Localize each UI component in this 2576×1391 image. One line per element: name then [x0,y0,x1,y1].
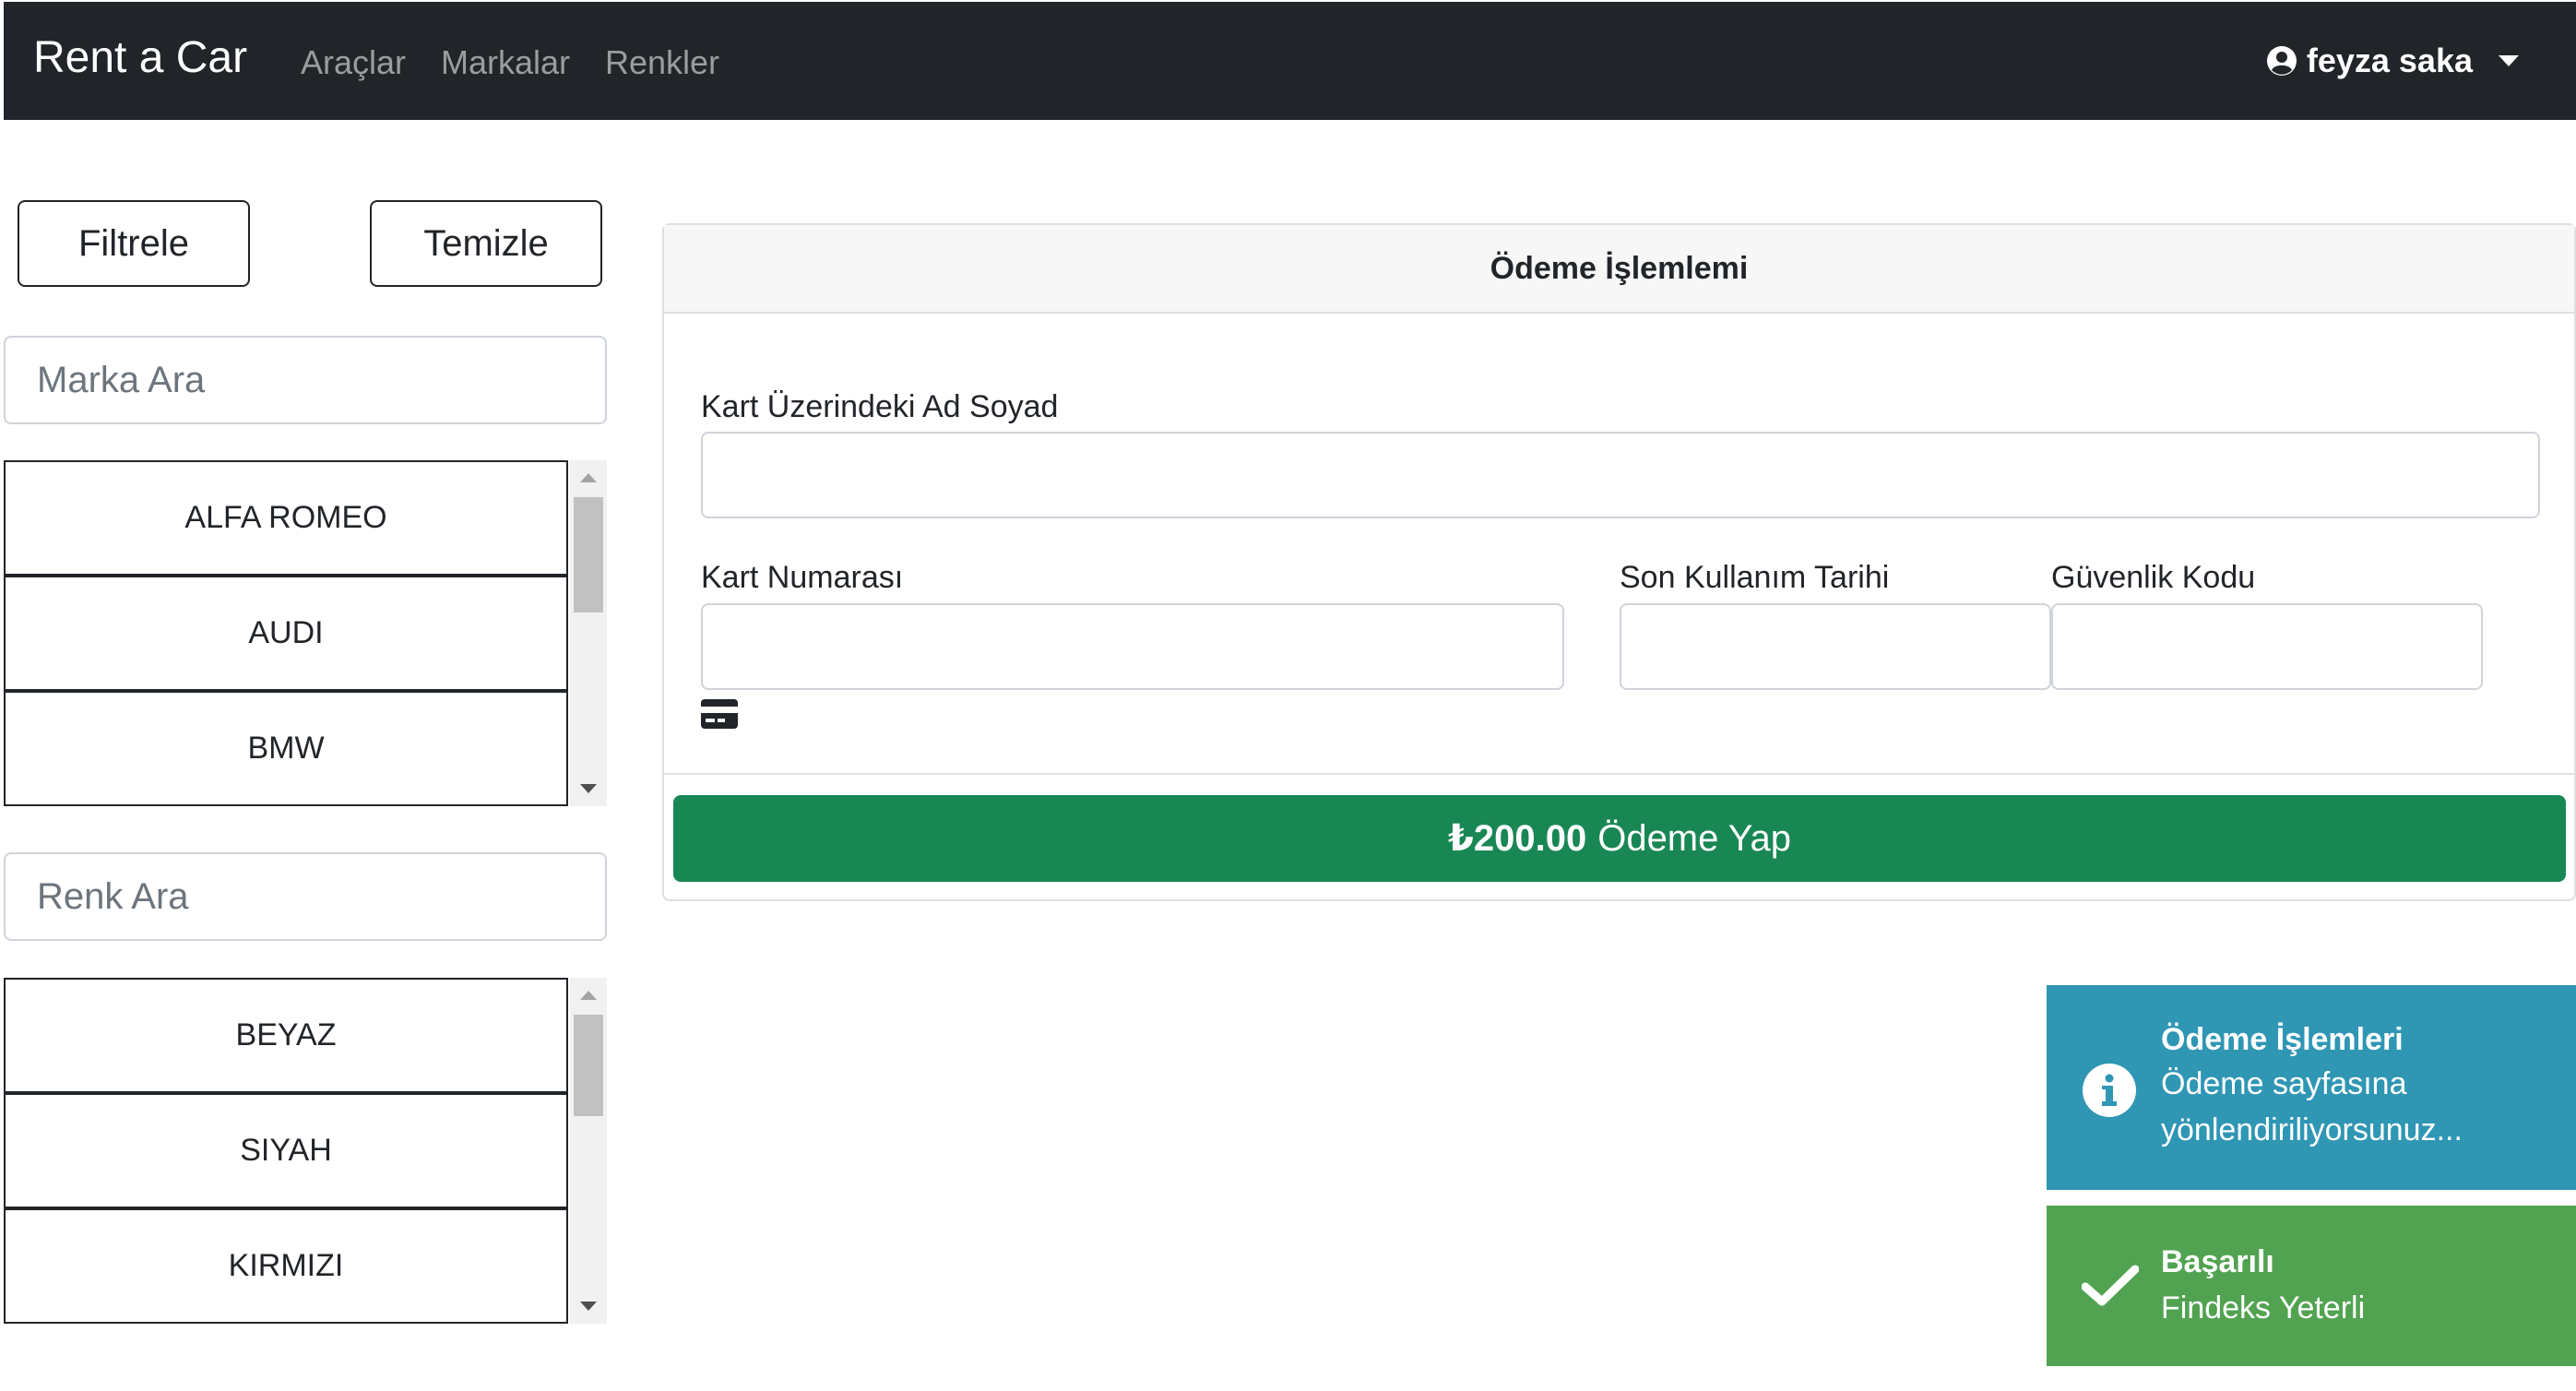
pay-label: Ödeme Yap [1597,817,1791,859]
nav-link-renkler[interactable]: Renkler [605,42,719,82]
pay-button[interactable]: ₺200.00 Ödeme Yap [673,795,2566,882]
payment-card: Ödeme İşlemlemi Kart Üzerindeki Ad Soyad… [662,223,2576,901]
card-name-label: Kart Üzerindeki Ad Soyad [701,389,1059,424]
nav-link-markalar[interactable]: Markalar [441,42,570,82]
color-search-input[interactable]: Renk Ara [4,852,607,941]
credit-card-icon [701,699,738,729]
card-divider [664,773,2574,775]
list-item-brand[interactable]: BMW [4,691,568,806]
success-toast-title: Başarılı [2161,1244,2274,1279]
success-toast-message: Findeks Yeterli [2161,1290,2366,1326]
card-name-input[interactable] [701,432,2540,518]
scrollbar-thumb[interactable] [574,1015,603,1116]
brand-search-input[interactable]: Marka Ara [4,336,607,424]
info-toast[interactable]: Ödeme İşlemleri Ödeme sayfasına yönlendi… [2047,985,2576,1190]
expiry-input[interactable] [1620,603,2051,690]
top-navbar: Rent a Car Araçlar Markalar Renkler feyz… [4,2,2576,120]
success-toast[interactable]: Başarılı Findeks Yeterli [2047,1206,2576,1366]
cvv-label: Güvenlik Kodu [2051,560,2256,595]
pay-amount: ₺200.00 [1448,818,1587,859]
scroll-up-arrow-icon[interactable] [580,991,597,1000]
brand-link[interactable]: Rent a Car [33,31,247,85]
expiry-label: Son Kullanım Tarihi [1620,560,1890,595]
filter-button[interactable]: Filtrele [18,200,250,287]
user-circle-icon [2266,45,2297,76]
scroll-down-arrow-icon[interactable] [580,784,597,793]
list-item-brand[interactable]: AUDI [4,576,568,691]
info-icon [2083,1064,2136,1117]
info-toast-message: Ödeme sayfasına yönlendiriliyorsunuz... [2161,1066,2463,1147]
user-name: feyza saka [2306,42,2473,79]
scrollbar-thumb[interactable] [574,497,603,612]
card-number-label: Kart Numarası [701,560,904,595]
color-list: BEYAZ SIYAH KIRMIZI [4,978,607,1324]
cvv-input[interactable] [2051,603,2483,690]
caret-down-icon [2499,54,2519,66]
color-list-scrollbar[interactable] [570,978,607,1324]
checkmark-icon [2082,1265,2139,1306]
user-menu-dropdown[interactable]: feyza saka [2266,41,2519,80]
brand-list-scrollbar[interactable] [570,460,607,806]
list-item-color[interactable]: KIRMIZI [4,1208,568,1324]
clear-button[interactable]: Temizle [370,200,602,287]
card-number-input[interactable] [701,603,1564,690]
info-toast-title: Ödeme İşlemleri [2161,1022,2404,1057]
payment-card-header: Ödeme İşlemlemi [664,225,2574,314]
list-item-color[interactable]: BEYAZ [4,978,568,1093]
list-item-brand[interactable]: ALFA ROMEO [4,460,568,576]
brand-list: ALFA ROMEO AUDI BMW [4,460,607,806]
nav-link-araclar[interactable]: Araçlar [301,42,406,82]
scroll-down-arrow-icon[interactable] [580,1302,597,1311]
scroll-up-arrow-icon[interactable] [580,473,597,482]
list-item-color[interactable]: SIYAH [4,1093,568,1208]
